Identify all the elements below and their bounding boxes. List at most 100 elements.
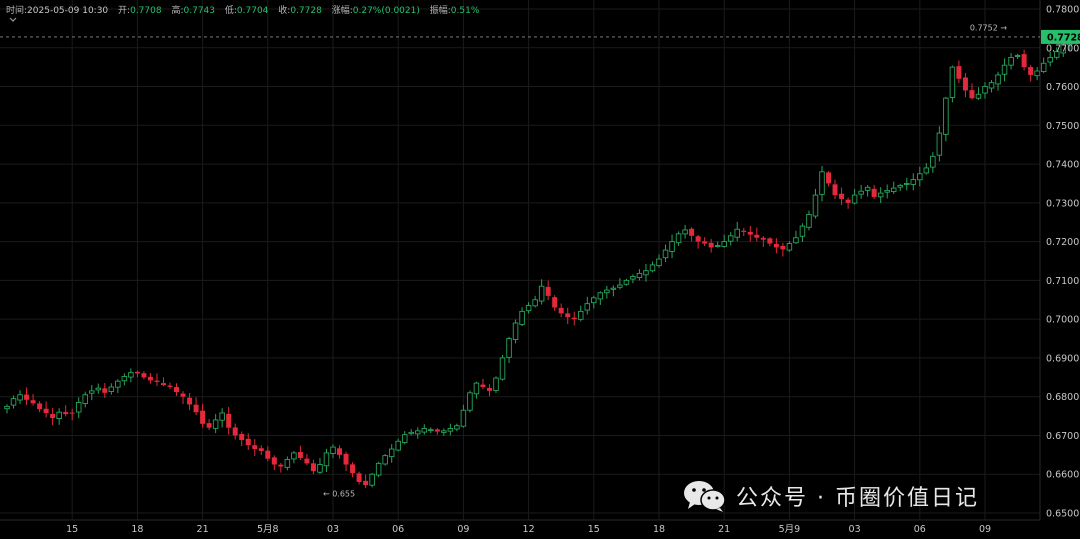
candle	[180, 391, 186, 404]
candle-body	[480, 384, 486, 387]
candle	[401, 431, 408, 445]
candle-body	[1047, 57, 1053, 63]
candle	[441, 428, 447, 436]
x-tick-label: 21	[718, 524, 730, 535]
candle	[754, 227, 760, 242]
candle-body	[43, 408, 49, 413]
candle-body	[108, 386, 115, 392]
candle-body	[408, 431, 414, 435]
candle-body	[604, 289, 610, 294]
candle	[408, 429, 414, 436]
candle	[369, 472, 375, 488]
candle	[363, 474, 369, 489]
candle-body	[832, 184, 838, 196]
time-axis[interactable]: 15 18 21 5月8 03 06 09 12 15 18 21 5月9 03 06 09	[0, 519, 1040, 535]
candle	[643, 263, 649, 282]
candle-body	[323, 452, 330, 467]
change-value: 0.27%(0.0021)	[352, 6, 420, 16]
candle-body	[252, 445, 258, 450]
candle	[512, 319, 519, 344]
y-tick-label: 0.7500	[1046, 121, 1079, 132]
candle-body	[871, 188, 877, 198]
candle	[714, 241, 721, 248]
candle-body	[597, 292, 604, 300]
candle-body	[337, 448, 343, 455]
x-tick-label: 12	[523, 524, 535, 535]
candle	[382, 453, 388, 466]
candle	[134, 370, 140, 378]
candle	[793, 230, 799, 244]
candle	[297, 445, 303, 460]
y-tick-label: 0.7600	[1046, 82, 1079, 93]
candle	[864, 184, 871, 197]
candle-body	[278, 464, 284, 467]
candle-body	[128, 372, 134, 378]
candle-body	[395, 440, 401, 451]
x-tick-label: 03	[327, 524, 339, 535]
candle	[434, 428, 440, 435]
candle-body	[271, 457, 277, 465]
candle-body	[519, 310, 525, 325]
time-label: 时间:	[6, 6, 28, 16]
candle-body	[382, 455, 388, 465]
x-tick-label: 21	[197, 524, 209, 535]
high-label: 高:	[171, 6, 184, 16]
candle	[662, 244, 669, 262]
candle-body	[702, 241, 708, 244]
chevron-down-icon[interactable]	[9, 16, 17, 26]
candle	[121, 373, 128, 386]
y-tick-label: 0.7000	[1046, 315, 1079, 326]
candle-body	[63, 412, 69, 415]
candle	[102, 383, 108, 398]
grid-lines	[0, 0, 1040, 520]
candle-body	[643, 270, 649, 276]
candle	[206, 419, 212, 431]
candle	[689, 227, 695, 242]
candle-body	[200, 410, 206, 424]
watermark: 公众号 · 币圈价值日记	[682, 476, 979, 516]
candle-body	[936, 132, 943, 156]
x-tick-label: 5月8	[257, 524, 279, 535]
candle	[167, 382, 173, 390]
candle	[415, 427, 421, 439]
candle-body	[949, 66, 956, 98]
candle	[499, 355, 506, 381]
candle	[30, 393, 36, 406]
candle-body	[226, 413, 232, 428]
candle	[597, 291, 604, 305]
max-price-annotation: 0.7752 →	[970, 24, 1008, 33]
candle-body	[864, 186, 871, 191]
candle	[141, 371, 147, 380]
candle	[858, 184, 864, 199]
candle-body	[741, 230, 747, 232]
candle	[154, 373, 160, 387]
candle-body	[493, 377, 499, 392]
x-tick-label: 06	[914, 524, 926, 535]
candle-body	[799, 225, 806, 237]
candle-body	[428, 429, 434, 432]
candle-body	[532, 299, 538, 307]
price-chart[interactable]: 0.6500 0.6600 0.6700 0.6800 0.6900 0.7000 0.71…	[0, 0, 1080, 539]
candle	[187, 393, 193, 411]
candle	[538, 279, 545, 305]
candle	[773, 238, 779, 254]
candle	[1021, 49, 1027, 71]
candle-body	[147, 376, 153, 381]
candle	[780, 242, 786, 257]
candle-body	[721, 241, 727, 247]
candle	[525, 302, 532, 314]
candle	[565, 307, 571, 325]
candle	[1001, 58, 1008, 82]
candle-body	[37, 403, 43, 410]
candle-body	[649, 264, 656, 272]
candle-body	[141, 373, 147, 378]
candle	[584, 296, 591, 315]
price-axis[interactable]: 0.6500 0.6600 0.6700 0.6800 0.6900 0.7000 0.71…	[1039, 0, 1079, 520]
candle-body	[193, 404, 199, 413]
candle	[721, 234, 727, 248]
candle	[252, 439, 258, 456]
y-tick-label: 0.6700	[1046, 431, 1079, 442]
candle	[819, 165, 825, 202]
candle	[610, 285, 617, 297]
candle-body	[421, 428, 428, 433]
